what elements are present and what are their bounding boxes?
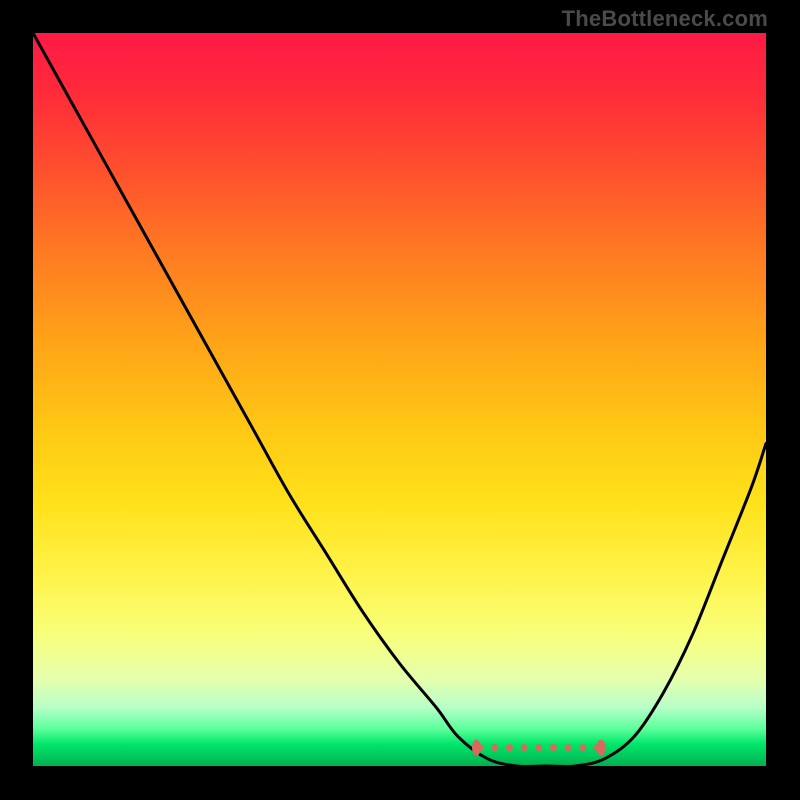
- chart-frame: TheBottleneck.com: [0, 0, 800, 800]
- watermark-text: TheBottleneck.com: [562, 6, 768, 32]
- chart-gradient-background: [33, 33, 766, 766]
